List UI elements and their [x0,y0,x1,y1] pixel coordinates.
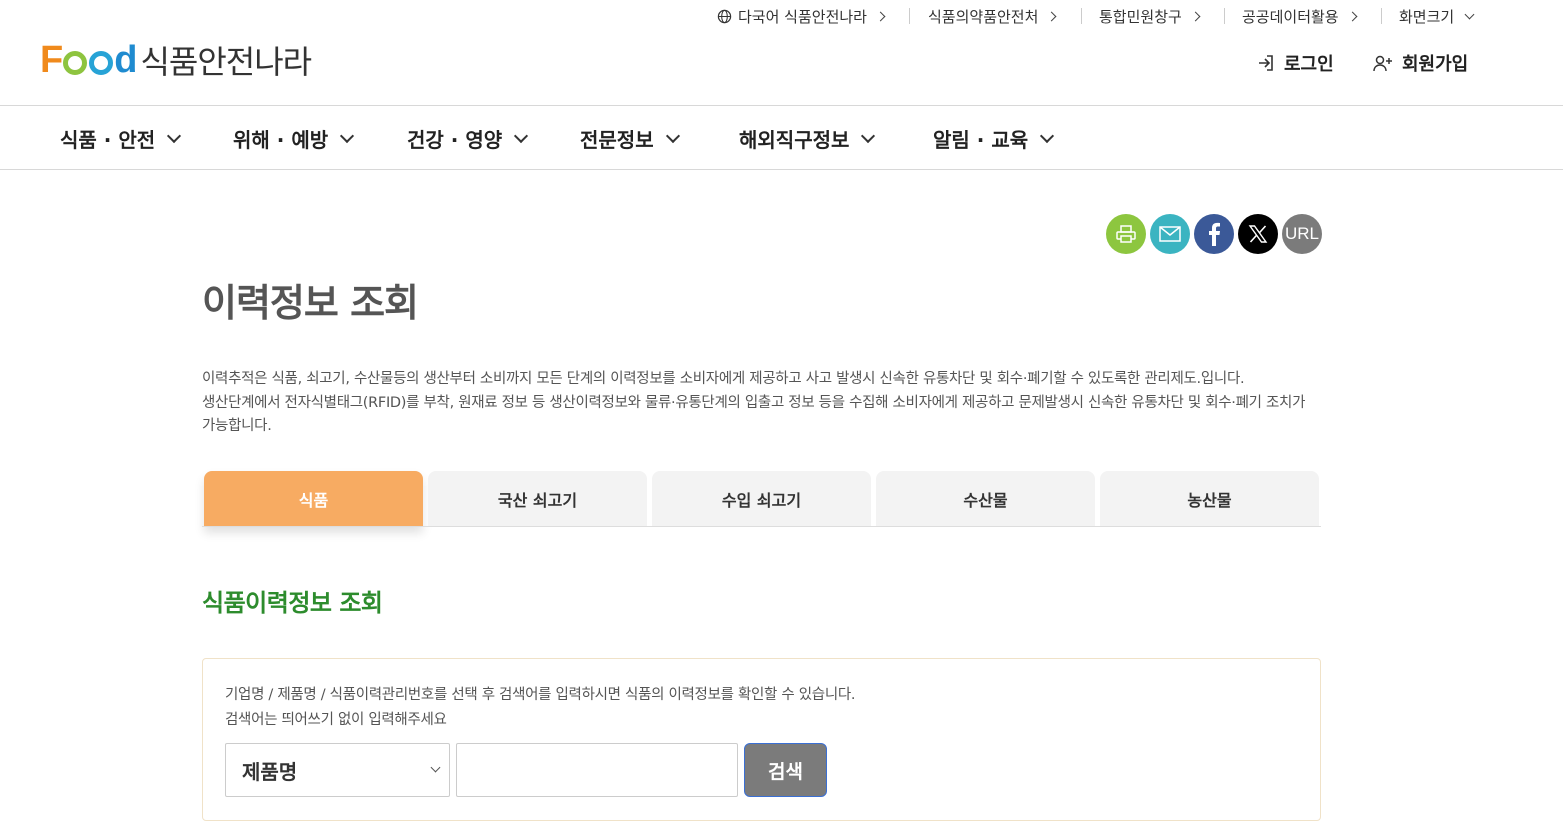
fontsize-label: 화면크기 [1399,8,1455,26]
gnb-health-nutrition[interactable]: 건강 · 영양 [407,124,529,153]
search-type-select[interactable]: 제품명 [225,743,450,797]
search-type-value: 제품명 [242,759,298,784]
chevron-right-icon [875,11,886,22]
site-logo[interactable]: F d 식품안전나라 [40,38,312,82]
gnb-label: 식품 · 안전 [60,128,156,152]
login-label: 로그인 [1284,54,1334,75]
mfds-link[interactable]: 식품의약품안전처 [928,6,1057,27]
search-input[interactable] [456,743,738,797]
description-line: 생산단계에서 전자식별태그(RFID)를 부착, 원재료 정보 등 생산이력정보… [202,394,1306,435]
gnb-notice-education[interactable]: 알림 · 교육 [933,124,1055,153]
search-help: 기업명 / 제품명 / 식품이력관리번호를 선택 후 검색어를 입력하시면 식품… [225,683,856,733]
gnb-overseas-purchase[interactable]: 해외직구정보 [739,124,876,153]
section-title: 식품이력정보 조회 [202,589,383,617]
tab-imported-beef[interactable]: 수입 쇠고기 [652,471,871,527]
opendata-link[interactable]: 공공데이터활용 [1242,6,1358,27]
join-label: 회원가입 [1402,54,1469,75]
search-button[interactable]: 검색 [744,743,827,797]
url-copy-button[interactable]: URL [1282,214,1322,254]
civil-link[interactable]: 통합민원창구 [1099,6,1201,27]
mfds-label: 식품의약품안전처 [928,8,1039,26]
tab-food[interactable]: 식품 [204,471,423,527]
chevron-right-icon [1347,11,1358,22]
gnb-label: 위해 · 예방 [233,128,329,152]
facebook-icon [1209,222,1220,246]
gnb-divider [0,169,1563,170]
search-help-line: 검색어는 띄어쓰기 없이 입력해주세요 [225,712,447,728]
chevron-down-icon [514,128,529,143]
chevron-down-icon [167,128,182,143]
gnb-label: 알림 · 교육 [933,128,1029,152]
chevron-down-icon [340,128,355,143]
chevron-down-icon [1464,9,1475,20]
login-button[interactable]: 로그인 [1256,50,1334,76]
gnb-label: 해외직구정보 [739,128,850,152]
fontsize-dropdown[interactable]: 화면크기 [1399,6,1475,27]
url-label: URL [1284,224,1319,243]
mail-button[interactable] [1150,214,1190,254]
header-divider [0,105,1563,106]
search-panel: 기업명 / 제품명 / 식품이력관리번호를 선택 후 검색어를 입력하시면 식품… [202,658,1321,821]
gnb-label: 건강 · 영양 [407,128,503,152]
mail-icon [1159,226,1181,242]
opendata-label: 공공데이터활용 [1242,8,1339,26]
gnb-hazard-prevention[interactable]: 위해 · 예방 [233,124,355,153]
gnb-label: 전문정보 [580,128,654,152]
join-button[interactable]: 회원가입 [1372,50,1468,76]
civil-label: 통합민원창구 [1099,8,1182,26]
print-button[interactable] [1106,214,1146,254]
chevron-down-icon [861,128,876,143]
gnb-expert-info[interactable]: 전문정보 [580,124,680,153]
chevron-down-icon [665,128,680,143]
page-title: 이력정보 조회 [202,281,419,325]
divider [1081,8,1082,24]
print-icon [1116,225,1136,243]
user-add-icon [1373,55,1392,72]
divider [1381,8,1382,24]
utility-bar: 다국어 식품안전나라 식품의약품안전처 통합민원창구 공공데이터활용 화면크기 [0,0,1563,32]
chevron-down-icon [430,762,441,773]
tab-seafood[interactable]: 수산물 [876,471,1095,527]
x-share-button[interactable] [1238,214,1278,254]
logo-food-mark: F d [40,38,137,81]
chevron-down-icon [1040,128,1055,143]
gnb-food-safety[interactable]: 식품 · 안전 [60,124,182,153]
facebook-button[interactable] [1194,214,1234,254]
chevron-right-icon [1190,11,1201,22]
search-help-line: 기업명 / 제품명 / 식품이력관리번호를 선택 후 검색어를 입력하시면 식품… [225,687,856,703]
divider [1224,8,1225,24]
tab-underline [202,526,1321,527]
login-icon [1259,55,1273,71]
globe-icon [717,9,732,24]
tab-domestic-beef[interactable]: 국산 쇠고기 [428,471,647,527]
chevron-right-icon [1046,11,1057,22]
logo-text: 식품안전나라 [140,43,312,81]
multilang-link[interactable]: 다국어 식품안전나라 [717,6,886,27]
page-description: 이력추적은 식품, 쇠고기, 수산물등의 생산부터 소비까지 모든 단계의 이력… [202,368,1322,439]
description-line: 이력추적은 식품, 쇠고기, 수산물등의 생산부터 소비까지 모든 단계의 이력… [202,371,1245,387]
x-icon [1248,225,1268,243]
multilang-label: 다국어 식품안전나라 [738,8,867,26]
divider [909,8,910,24]
tab-agricultural[interactable]: 농산물 [1100,471,1319,527]
